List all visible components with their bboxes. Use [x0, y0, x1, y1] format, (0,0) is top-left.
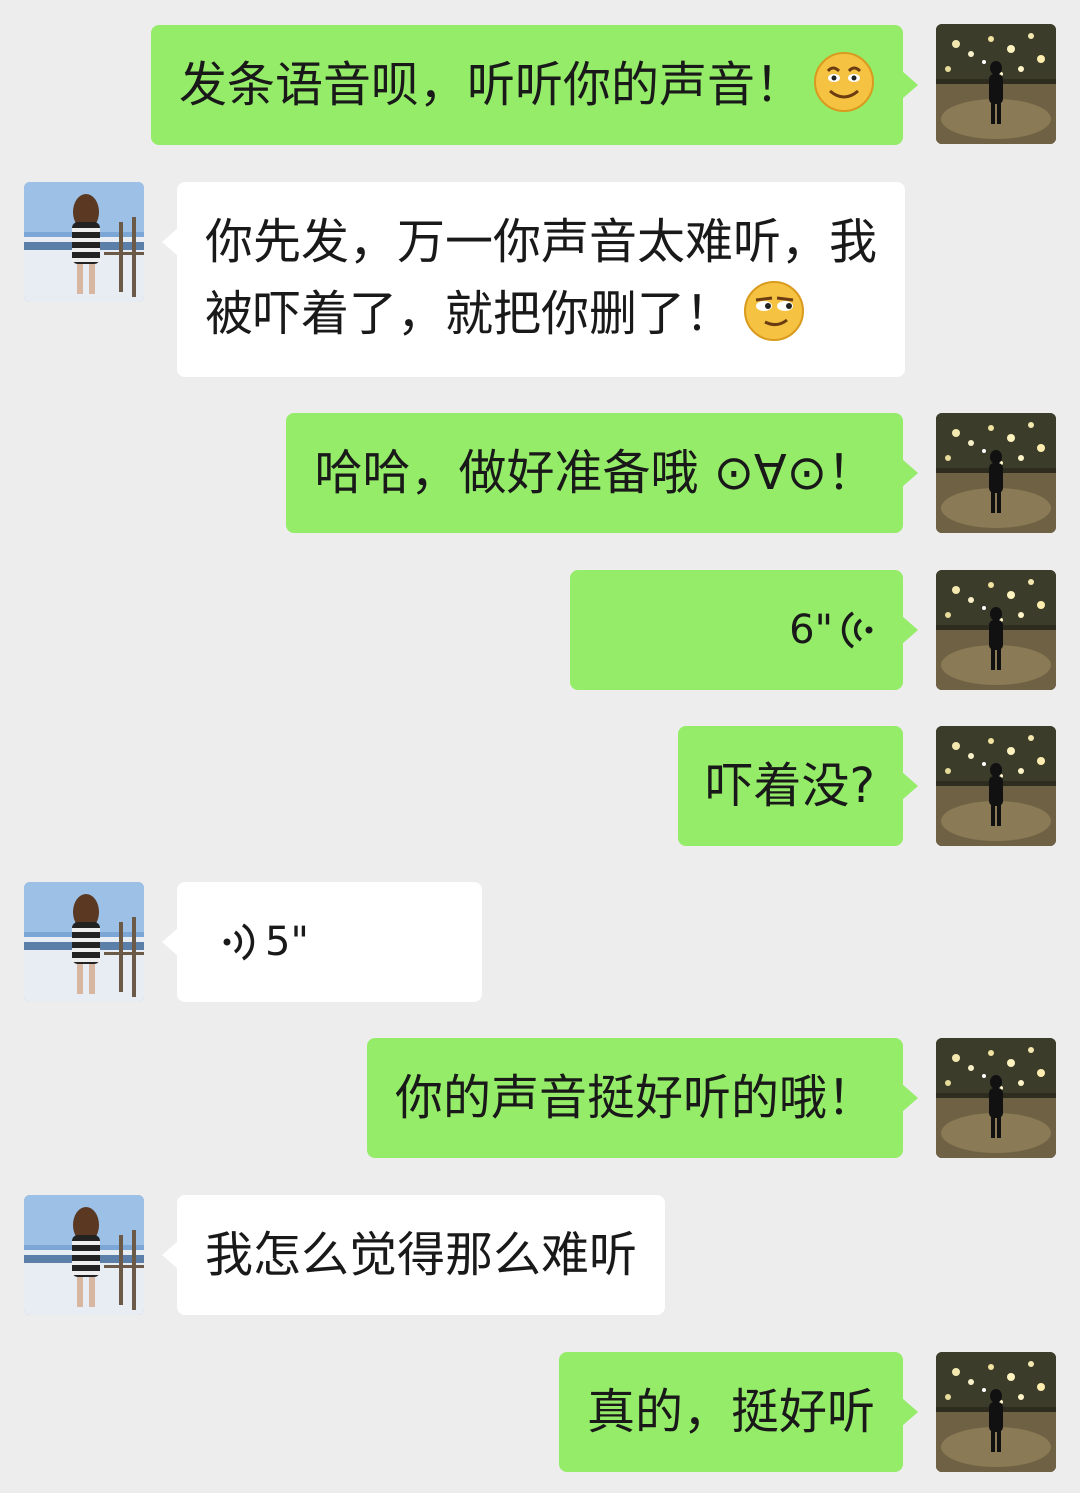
message-bubble[interactable]: 我怎么觉得那么难听: [161, 1195, 666, 1315]
message-text: 你的声音挺好听的哦！: [394, 1070, 875, 1126]
my-avatar[interactable]: [936, 1038, 1056, 1158]
message-text: 真的，挺好听: [586, 1384, 875, 1440]
voice-duration: 5": [265, 919, 309, 965]
voice-message-bubble[interactable]: 5": [162, 882, 482, 1002]
voice-wave-icon: [221, 922, 255, 962]
message-bubble[interactable]: 发条语音呗，听听你的声音！: [150, 25, 919, 145]
message-text: 哈哈，做好准备哦 ⊙∀⊙！: [314, 445, 875, 501]
message-text-line: 被吓着了，就把你删了！: [205, 286, 734, 342]
voice-wave-icon: [841, 610, 875, 650]
message-text: 发条语音呗，听听你的声音！: [178, 57, 803, 113]
my-avatar[interactable]: [936, 413, 1056, 533]
message-bubble[interactable]: 你先发，万一你声音太难听，我 被吓着了，就把你删了！: [161, 182, 906, 377]
message-text: 我怎么觉得那么难听: [205, 1227, 638, 1283]
my-avatar[interactable]: [936, 24, 1056, 144]
smiling-face-emoji-icon: [813, 51, 875, 113]
my-avatar[interactable]: [936, 570, 1056, 690]
message-bubble[interactable]: 哈哈，做好准备哦 ⊙∀⊙！: [286, 413, 918, 533]
message-bubble[interactable]: 吓着没?: [677, 726, 919, 846]
smirking-face-emoji-icon: [743, 280, 805, 342]
contact-avatar[interactable]: [24, 1195, 144, 1315]
message-bubble[interactable]: 你的声音挺好听的哦！: [366, 1038, 919, 1158]
contact-avatar[interactable]: [24, 882, 144, 1002]
message-text-line: 你先发，万一你声音太难听，我: [205, 214, 878, 270]
my-avatar[interactable]: [936, 1352, 1056, 1472]
voice-duration: 6": [789, 607, 833, 653]
message-bubble[interactable]: 真的，挺好听: [558, 1352, 919, 1472]
my-avatar[interactable]: [936, 726, 1056, 846]
message-text: 吓着没?: [705, 758, 875, 814]
contact-avatar[interactable]: [24, 182, 144, 302]
voice-message-bubble[interactable]: 6": [570, 570, 918, 690]
